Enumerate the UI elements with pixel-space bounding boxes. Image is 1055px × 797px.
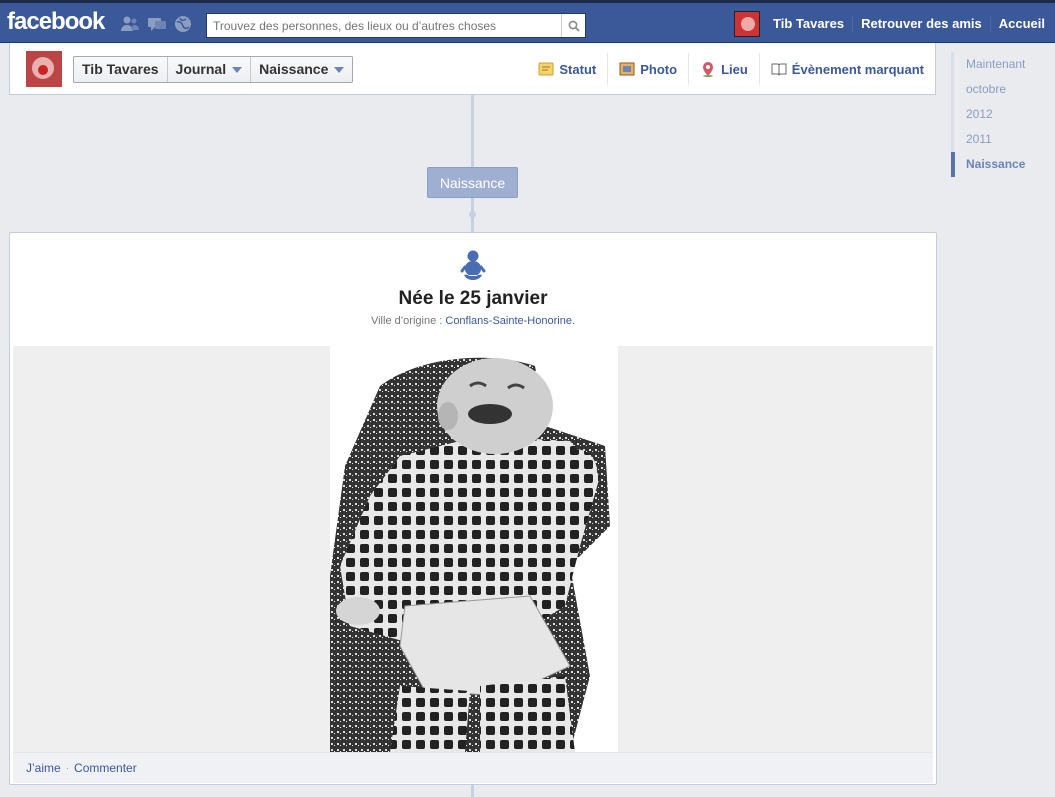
like-link[interactable]: J’aime <box>26 761 61 775</box>
event-subtitle: Ville d’origine : Conflans-Sainte-Honori… <box>370 315 576 327</box>
search-button[interactable] <box>561 14 585 37</box>
search-icon <box>568 20 580 32</box>
friend-requests-icon[interactable] <box>120 15 140 33</box>
hometown-link[interactable]: Conflans-Sainte-Honorine. <box>445 315 575 327</box>
breadcrumb-name[interactable]: Tib Tavares <box>74 57 168 82</box>
section-label: Naissance <box>427 167 518 198</box>
breadcrumb-naissance[interactable]: Naissance <box>251 57 352 82</box>
card-footer: J’aime · Commenter <box>13 752 933 783</box>
nav-right: Tib Tavares Retrouver des amis Accueil <box>734 11 1045 37</box>
scrubber-item-october[interactable]: octobre <box>951 77 1051 102</box>
timeline-scrubber: Maintenant octobre 2012 2011 Naissance <box>951 52 1051 177</box>
find-friends-link[interactable]: Retrouver des amis <box>853 15 991 33</box>
photo-frame <box>13 346 933 752</box>
status-icon <box>538 62 554 76</box>
chevron-down-icon <box>232 66 243 73</box>
user-avatar[interactable] <box>734 11 761 37</box>
scrubber-item-now[interactable]: Maintenant <box>951 52 1051 77</box>
composer-photo-button[interactable]: Photo <box>607 53 688 85</box>
profile-thumbnail[interactable] <box>26 51 62 87</box>
top-bar: facebook Tib Tavares Retrouver des amis … <box>0 0 1055 43</box>
timeline-spine-bottom <box>471 785 474 797</box>
timeline-dot <box>469 211 476 218</box>
baby-photo-image <box>330 346 618 752</box>
scrubber-item-2011[interactable]: 2011 <box>951 127 1051 152</box>
scrubber-item-birth[interactable]: Naissance <box>951 152 1051 177</box>
composer-life-event-button[interactable]: Évènement marquant <box>758 53 935 85</box>
timeline-header: Tib Tavares Journal Naissance Statut Pho… <box>9 43 936 95</box>
photo-icon <box>619 62 635 76</box>
home-link[interactable]: Accueil <box>991 15 1045 33</box>
separator-dot: · <box>65 762 70 774</box>
composer-status-button[interactable]: Statut <box>527 53 607 85</box>
search-input[interactable] <box>207 14 557 37</box>
baby-icon <box>460 250 486 280</box>
search-box[interactable] <box>206 13 586 38</box>
breadcrumb: Tib Tavares Journal Naissance <box>73 56 354 83</box>
breadcrumb-journal[interactable]: Journal <box>168 57 252 82</box>
notifications-icon[interactable] <box>173 15 193 33</box>
messages-icon[interactable] <box>147 15 167 33</box>
place-pin-icon <box>703 62 714 77</box>
scrubber-item-2012[interactable]: 2012 <box>951 102 1051 127</box>
comment-link[interactable]: Commenter <box>74 761 137 775</box>
chevron-down-icon <box>334 66 345 73</box>
facebook-logo[interactable]: facebook <box>7 8 105 36</box>
baby-photo[interactable] <box>330 346 618 752</box>
composer-bar: Statut Photo Lieu Évènement marquant <box>527 53 935 85</box>
composer-place-button[interactable]: Lieu <box>688 53 759 85</box>
life-event-book-icon <box>771 63 787 76</box>
profile-link[interactable]: Tib Tavares <box>765 15 854 33</box>
top-strip <box>0 0 1055 3</box>
event-title: Née le 25 janvier <box>398 288 548 309</box>
life-event-card: Née le 25 janvier Ville d’origine : Conf… <box>9 232 937 785</box>
